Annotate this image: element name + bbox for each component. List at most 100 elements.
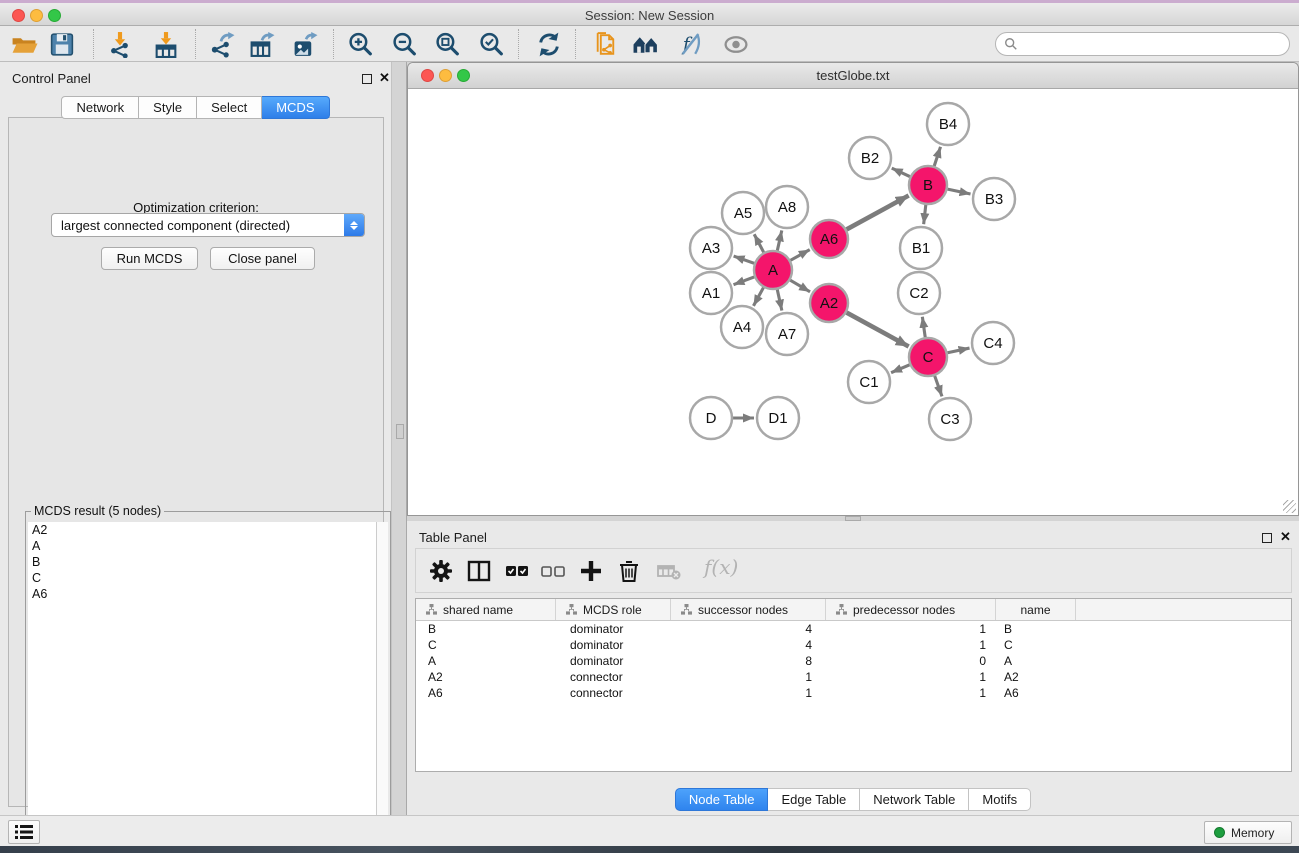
dropdown-stepper-icon[interactable]: [344, 214, 364, 236]
network-canvas[interactable]: AA1A2A3A4A5A6A7A8BB1B2B3B4CC1C2C3C4DD1: [408, 89, 1298, 515]
columns-icon[interactable]: [466, 558, 492, 584]
window-resize-grip[interactable]: [1283, 500, 1296, 513]
search-field[interactable]: [995, 32, 1290, 56]
add-icon[interactable]: [578, 558, 604, 584]
result-list-item[interactable]: A: [28, 538, 376, 554]
tab-edge-table[interactable]: Edge Table: [768, 788, 860, 811]
tab-network-table[interactable]: Network Table: [860, 788, 969, 811]
graph-edge[interactable]: [754, 234, 764, 252]
open-folder-icon[interactable]: [10, 31, 38, 58]
vertical-splitter[interactable]: [392, 62, 407, 815]
zoom-selected-icon[interactable]: [478, 31, 506, 58]
zoom-fit-icon[interactable]: [434, 31, 462, 58]
table-cell[interactable]: 8: [671, 653, 826, 669]
graph-edge[interactable]: [777, 230, 781, 250]
table-cell[interactable]: C: [416, 637, 556, 653]
zoom-out-icon[interactable]: [391, 31, 419, 58]
deselect-all-icon[interactable]: [540, 558, 566, 584]
graph-edge[interactable]: [734, 277, 755, 285]
result-list-item[interactable]: A6: [28, 586, 376, 602]
table-cell[interactable]: 1: [826, 621, 996, 637]
task-history-button[interactable]: [8, 820, 40, 844]
table-cell[interactable]: 1: [826, 669, 996, 685]
table-row[interactable]: A6connector11A6: [416, 685, 1291, 701]
memory-button[interactable]: Memory: [1204, 821, 1292, 844]
table-cell[interactable]: A: [416, 653, 556, 669]
export-table-icon[interactable]: [248, 31, 276, 58]
float-panel-icon[interactable]: [362, 74, 372, 84]
table-cell[interactable]: 1: [671, 669, 826, 685]
home-icon[interactable]: [632, 31, 660, 58]
table-cell[interactable]: B: [416, 621, 556, 637]
export-image-icon[interactable]: [291, 31, 319, 58]
table-cell[interactable]: A6: [416, 685, 556, 701]
tab-motifs[interactable]: Motifs: [969, 788, 1031, 811]
hide-details-icon[interactable]: f: [676, 31, 704, 58]
tab-style[interactable]: Style: [139, 96, 197, 119]
tab-node-table[interactable]: Node Table: [675, 788, 769, 811]
graph-edge[interactable]: [734, 256, 755, 263]
network-from-file-icon[interactable]: [592, 31, 620, 58]
select-all-icon[interactable]: [504, 558, 530, 584]
graph-edge[interactable]: [892, 168, 910, 176]
delete-icon[interactable]: [616, 558, 642, 584]
network-graph[interactable]: AA1A2A3A4A5A6A7A8BB1B2B3B4CC1C2C3C4DD1: [408, 89, 1298, 515]
import-table-icon[interactable]: [152, 31, 180, 58]
graph-edge[interactable]: [753, 288, 763, 306]
table-cell[interactable]: 1: [671, 685, 826, 701]
result-list-item[interactable]: B: [28, 554, 376, 570]
graph-edge[interactable]: [948, 348, 970, 353]
tab-mcds[interactable]: MCDS: [262, 96, 329, 119]
graph-edge[interactable]: [935, 376, 942, 397]
graph-edge[interactable]: [924, 205, 926, 224]
graph-edge[interactable]: [777, 290, 782, 311]
refresh-icon[interactable]: [535, 31, 563, 58]
graph-edge[interactable]: [790, 280, 810, 292]
gear-icon[interactable]: [428, 558, 454, 584]
graph-edge[interactable]: [891, 365, 909, 373]
result-scrollbar[interactable]: [376, 522, 388, 853]
table-row[interactable]: A2connector11A2: [416, 669, 1291, 685]
tab-select[interactable]: Select: [197, 96, 262, 119]
mcds-result-list[interactable]: A2ABCA6: [28, 522, 376, 853]
close-panel-button[interactable]: Close panel: [210, 247, 315, 270]
splitter-handle[interactable]: [396, 424, 404, 439]
delete-table-icon[interactable]: [656, 558, 682, 584]
column-header-shared-name[interactable]: shared name: [416, 599, 556, 620]
run-mcds-button[interactable]: Run MCDS: [101, 247, 198, 270]
float-panel-icon[interactable]: [1262, 533, 1272, 543]
table-row[interactable]: Cdominator41C: [416, 637, 1291, 653]
graph-edge[interactable]: [847, 196, 909, 230]
table-cell[interactable]: 0: [826, 653, 996, 669]
table-cell[interactable]: A: [996, 653, 1076, 669]
eye-icon[interactable]: [722, 31, 750, 58]
search-input[interactable]: [1018, 37, 1289, 51]
column-header-name[interactable]: name: [996, 599, 1076, 620]
table-cell[interactable]: 4: [671, 637, 826, 653]
graph-edge[interactable]: [790, 250, 809, 261]
result-list-item[interactable]: A2: [28, 522, 376, 538]
table-cell[interactable]: dominator: [556, 653, 671, 669]
graph-edge[interactable]: [948, 189, 971, 194]
export-network-icon[interactable]: [208, 31, 236, 58]
table-cell[interactable]: dominator: [556, 621, 671, 637]
table-cell[interactable]: dominator: [556, 637, 671, 653]
column-header-mcds-role[interactable]: MCDS role: [556, 599, 671, 620]
function-icon[interactable]: f(x): [704, 555, 738, 579]
graph-edge[interactable]: [922, 317, 925, 337]
tab-network[interactable]: Network: [61, 96, 139, 119]
table-cell[interactable]: A6: [996, 685, 1076, 701]
import-network-icon[interactable]: [106, 31, 134, 58]
criterion-dropdown[interactable]: largest connected component (directed): [51, 213, 365, 237]
table-cell[interactable]: A2: [996, 669, 1076, 685]
table-cell[interactable]: B: [996, 621, 1076, 637]
graph-edge[interactable]: [934, 147, 940, 166]
column-header-successor-nodes[interactable]: successor nodes: [671, 599, 826, 620]
result-list-item[interactable]: C: [28, 570, 376, 586]
network-window-titlebar[interactable]: testGlobe.txt: [408, 63, 1298, 89]
table-cell[interactable]: connector: [556, 685, 671, 701]
save-icon[interactable]: [48, 31, 76, 58]
table-cell[interactable]: C: [996, 637, 1076, 653]
node-table[interactable]: shared name MCDS role successor nodes: [415, 598, 1292, 772]
table-cell[interactable]: 4: [671, 621, 826, 637]
